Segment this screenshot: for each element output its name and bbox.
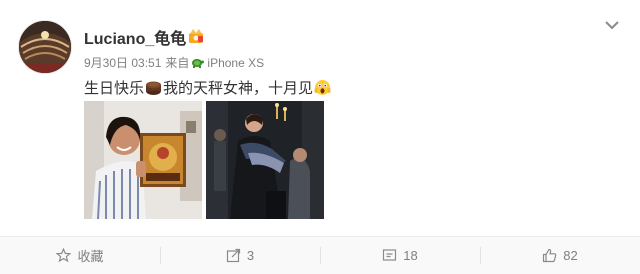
favorite-button[interactable]: 收藏 (0, 237, 160, 274)
repost-icon (226, 248, 241, 263)
favorite-label: 收藏 (77, 249, 104, 264)
photo-woman-holding-record[interactable] (84, 101, 202, 219)
post-text-part-1: 生日快乐 (84, 79, 145, 97)
photo-opera-stage-scene[interactable] (206, 101, 324, 219)
post-meta: 9月30日 03:51 来自 iPhone XS (84, 54, 264, 71)
post-timestamp[interactable]: 9月30日 03:51 (84, 54, 161, 71)
post-text: 生日快乐 我的天秤女神，十月见 (84, 77, 332, 98)
scream-emoji-icon (314, 79, 331, 96)
thumbs-up-icon (542, 248, 557, 263)
vip-crown-badge-icon[interactable] (188, 28, 204, 44)
avatar-theater-image (19, 21, 71, 73)
comment-icon (382, 248, 397, 263)
chevron-down-icon[interactable] (604, 18, 620, 30)
repost-count: 3 (246, 248, 255, 263)
weibo-post-card: Luciano_龟龟 9月30日 03:51 来自 iPhone XS 生日快乐… (0, 0, 640, 274)
like-count: 82 (563, 248, 578, 263)
source-device[interactable]: iPhone XS (207, 56, 264, 70)
post-action-bar: 收藏 3 18 82 (0, 236, 640, 274)
comment-count: 18 (403, 248, 418, 263)
repost-button[interactable]: 3 (160, 237, 320, 274)
like-button[interactable]: 82 (480, 237, 640, 274)
source-from-label: 来自 (165, 56, 190, 70)
cake-emoji-icon (145, 79, 162, 96)
username[interactable]: Luciano_龟龟 (84, 25, 186, 49)
avatar[interactable] (18, 20, 72, 74)
comment-button[interactable]: 18 (320, 237, 480, 274)
star-icon (56, 248, 72, 263)
turtle-icon (191, 57, 205, 68)
post-text-part-2: 我的天秤女神，十月见 (163, 79, 314, 97)
